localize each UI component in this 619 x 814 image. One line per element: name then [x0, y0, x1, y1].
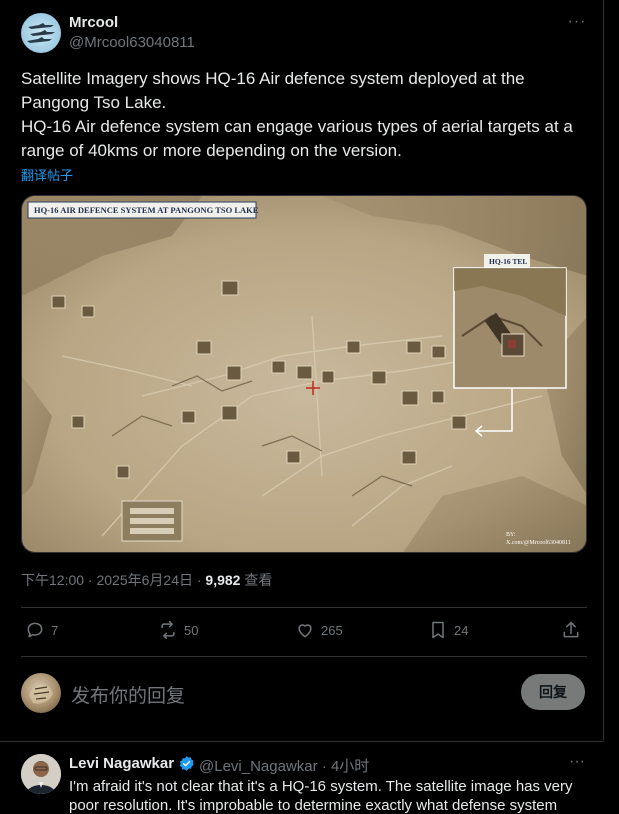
divider: [21, 656, 587, 657]
credit-line-1: BY:: [506, 532, 516, 538]
reply-icon: [27, 622, 43, 638]
main-post: Mrcool @Mrcool63040811 ··· Satellite Ima…: [0, 0, 604, 740]
reply-text: I'm afraid it's not clear that it's a HQ…: [69, 778, 573, 814]
like-count: 265: [321, 622, 343, 638]
reply-button[interactable]: 7: [25, 620, 58, 640]
author-handle[interactable]: @Mrcool63040811: [69, 34, 195, 51]
reply-count: 7: [51, 622, 59, 638]
repost-count: 50: [184, 622, 199, 638]
bookmark-icon: [432, 621, 444, 639]
verified-icon: [179, 756, 194, 771]
views-count: 9,982: [205, 572, 241, 588]
bookmark-button[interactable]: 24: [428, 620, 468, 640]
views-label: 查看: [240, 572, 273, 588]
credit-line-2: X.com/@Mrcool63040811: [506, 540, 571, 546]
action-bar: 7 50 265 24: [21, 612, 587, 652]
translate-post-link[interactable]: 翻译帖子: [21, 165, 73, 184]
repost-icon: [161, 620, 175, 640]
like-icon: [298, 624, 312, 638]
share-icon: [563, 621, 579, 638]
reply-author-avatar[interactable]: [21, 754, 61, 794]
share-button[interactable]: [561, 620, 587, 640]
compound-buildings: [121, 500, 183, 542]
more-icon[interactable]: ···: [566, 12, 588, 32]
like-button[interactable]: 265: [295, 620, 343, 640]
satellite-image[interactable]: HQ-16 AIR DEFENCE SYSTEM AT PANGONG TSO …: [21, 195, 587, 553]
timestamp[interactable]: 下午12:00 · 2025年6月24日 ·: [21, 572, 205, 588]
repost-button[interactable]: 50: [158, 620, 198, 640]
reply-input[interactable]: 发布你的回复: [71, 681, 185, 708]
reply-author-name[interactable]: Levi Nagawkar: [69, 755, 174, 772]
reply-composer: 发布你的回复 回复: [0, 662, 604, 726]
more-icon[interactable]: ···: [566, 753, 588, 773]
author-avatar[interactable]: [21, 13, 61, 53]
post-text: Satellite Imagery shows HQ-16 Air defenc…: [21, 69, 573, 160]
scroll-rail: [604, 0, 619, 814]
inset-label: HQ-16 TEL: [489, 257, 527, 266]
author-name[interactable]: Mrcool: [69, 14, 118, 31]
bookmark-count: 24: [454, 622, 469, 638]
user-avatar[interactable]: [21, 673, 61, 713]
divider: [21, 607, 587, 608]
title-label: HQ-16 AIR DEFENCE SYSTEM AT PANGONG TSO …: [34, 205, 259, 215]
reply-author-handle[interactable]: @Levi_Nagawkar · 4小时: [199, 755, 369, 776]
inset-image: [453, 267, 567, 389]
reply-submit-button[interactable]: 回复: [521, 674, 585, 710]
reply-tweet[interactable]: Levi Nagawkar @Levi_Nagawkar · 4小时 ··· I…: [0, 741, 604, 814]
post-metadata: 下午12:00 · 2025年6月24日 · 9,982 查看: [21, 570, 272, 590]
